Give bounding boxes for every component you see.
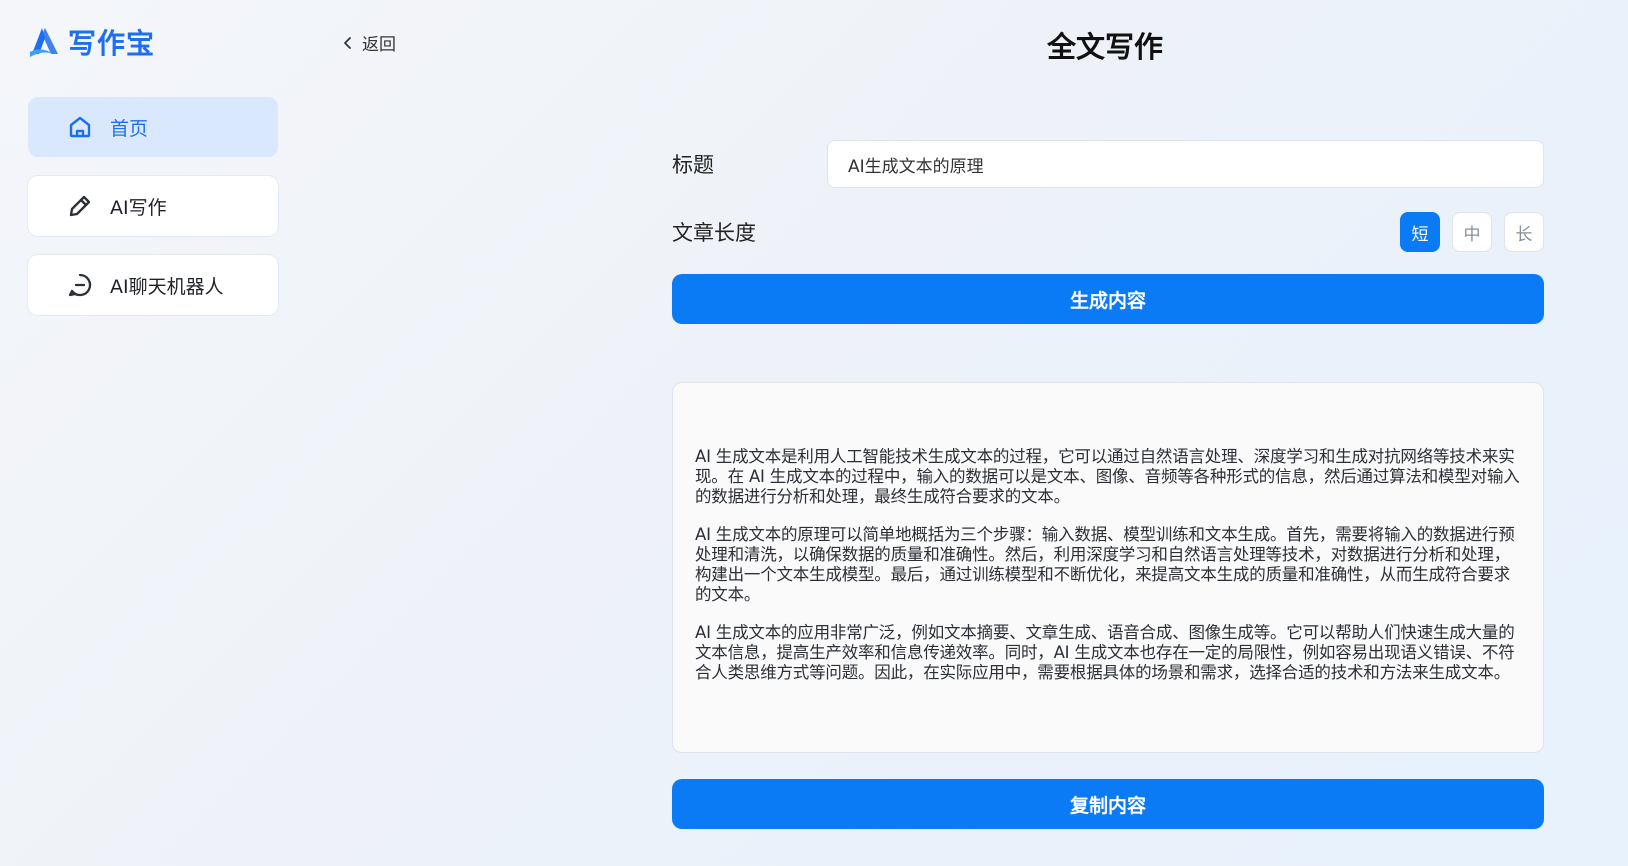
pencil-icon — [66, 192, 94, 220]
length-medium-button[interactable]: 中 — [1452, 212, 1492, 252]
chat-bubble-icon — [66, 271, 94, 299]
result-paragraph: AI 生成文本的应用非常广泛，例如文本摘要、文章生成、语音合成、图像生成等。它可… — [695, 623, 1515, 682]
sidebar-item-home[interactable]: 首页 — [28, 97, 278, 157]
length-row: 文章长度 短 中 长 — [672, 212, 1544, 252]
generate-button[interactable]: 生成内容 — [672, 274, 1544, 324]
result-paragraph: AI 生成文本是利用人工智能技术生成文本的过程，它可以通过自然语言处理、深度学习… — [695, 447, 1520, 506]
logo-text: 写作宝 — [68, 27, 156, 60]
sidebar-item-label: 首页 — [110, 117, 149, 140]
title-row: 标题 — [672, 140, 1544, 188]
back-button[interactable]: 返回 — [340, 30, 396, 55]
length-options: 短 中 长 — [1400, 212, 1544, 252]
length-short-button[interactable]: 短 — [1400, 212, 1440, 252]
sidebar-item-ai-chatbot[interactable]: AI聊天机器人 — [28, 255, 278, 315]
writing-form: 标题 文章长度 短 中 长 生成内容 — [672, 140, 1544, 324]
sidebar-item-label: AI聊天机器人 — [110, 275, 224, 298]
back-label: 返回 — [362, 35, 396, 55]
length-long-button[interactable]: 长 — [1504, 212, 1544, 252]
length-label: 文章长度 — [672, 221, 756, 245]
title-input[interactable] — [827, 140, 1544, 188]
title-label: 标题 — [672, 153, 714, 177]
result-content-box[interactable]: AI 生成文本是利用人工智能技术生成文本的过程，它可以通过自然语言处理、深度学习… — [672, 382, 1544, 753]
page-title: 全文写作 — [1046, 30, 1163, 64]
page-title-wrap: 全文写作 — [0, 24, 1628, 66]
app-logo: 写作宝 — [28, 22, 155, 62]
result-paragraph: AI 生成文本的原理可以简单地概括为三个步骤：输入数据、模型训练和文本生成。首先… — [695, 525, 1515, 604]
sidebar-nav: 首页 AI写作 AI聊天机器人 — [28, 97, 278, 334]
logo-icon — [30, 28, 58, 57]
home-icon — [66, 113, 94, 141]
chevron-left-icon — [344, 36, 351, 49]
sidebar-item-ai-writing[interactable]: AI写作 — [28, 176, 278, 236]
copy-button[interactable]: 复制内容 — [672, 779, 1544, 829]
sidebar-item-label: AI写作 — [110, 196, 167, 219]
